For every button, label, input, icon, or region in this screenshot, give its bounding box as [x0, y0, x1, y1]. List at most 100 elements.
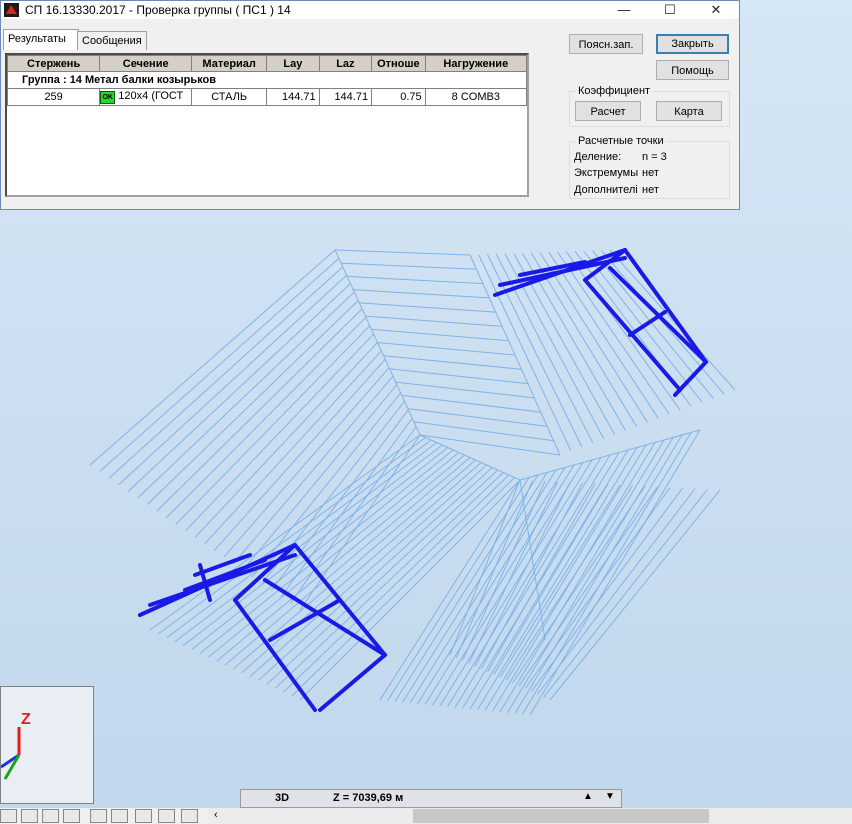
- mesh-line: [477, 447, 638, 711]
- mesh-line: [522, 432, 692, 715]
- level-down-icon[interactable]: ▼: [605, 791, 615, 802]
- mesh-line: [251, 392, 402, 578]
- toolbar-button-3[interactable]: [42, 809, 59, 823]
- tab-messages[interactable]: Сообщения: [77, 31, 147, 50]
- mesh-line: [401, 394, 541, 413]
- canopy-beam: [233, 598, 317, 712]
- col-rod[interactable]: Стержень: [6, 55, 101, 72]
- col-lay[interactable]: Lay: [266, 55, 320, 72]
- mesh-line: [89, 249, 336, 466]
- tab-results[interactable]: Результаты: [3, 29, 79, 50]
- z-coordinate: Z = 7039,69 м: [333, 792, 404, 804]
- mesh-line: [99, 258, 340, 472]
- report-button[interactable]: Поясн.зап.: [569, 34, 643, 54]
- ridge-line: [519, 479, 546, 641]
- scroll-thumb[interactable]: [413, 809, 709, 823]
- mesh-line: [341, 262, 477, 270]
- toolbar-button-8[interactable]: [158, 809, 175, 823]
- mesh-line: [146, 300, 359, 505]
- mesh-line: [118, 274, 347, 486]
- window-title: СП 16.13330.2017 - Проверка группы ( ПС1…: [25, 3, 291, 17]
- mesh-line: [394, 474, 539, 702]
- mesh-line: [175, 325, 371, 525]
- cell-section: OK 120x4 (ГОСТ: [99, 88, 193, 106]
- cell-lay: 144.71: [266, 88, 320, 106]
- mesh-line: [365, 315, 503, 327]
- col-section[interactable]: Сечение: [99, 55, 193, 72]
- mesh-line: [204, 350, 382, 545]
- close-window-button[interactable]: ✕: [693, 1, 739, 19]
- check-group-dialog: СП 16.13330.2017 - Проверка группы ( ПС1…: [0, 0, 740, 210]
- mesh-line: [127, 283, 351, 492]
- mesh-line: [417, 467, 566, 705]
- toolbar-button-7[interactable]: [135, 809, 152, 823]
- steel-beams: [138, 248, 708, 712]
- toolbar-button-2[interactable]: [21, 809, 38, 823]
- toolbar-button-5[interactable]: [90, 809, 107, 823]
- extremes-value: нет: [642, 167, 659, 179]
- calc-button[interactable]: Расчет: [575, 101, 641, 121]
- canopy-beam: [673, 360, 708, 397]
- results-grid[interactable]: Стержень Сечение Материал Lay Laz Отноше…: [5, 53, 529, 197]
- cell-load: 8 COMB3: [424, 88, 528, 106]
- mesh-line: [282, 474, 510, 693]
- mesh-line: [359, 302, 496, 313]
- maximize-button[interactable]: ☐: [647, 1, 693, 19]
- cell-ratio: 0.75: [371, 88, 426, 106]
- mesh-line: [274, 472, 504, 689]
- col-material[interactable]: Материал: [191, 55, 268, 72]
- mesh-line: [529, 429, 701, 716]
- status-bar: 3D Z = 7039,69 м ▲ ▼: [240, 789, 622, 808]
- horizontal-scrollbar[interactable]: ‹: [208, 808, 852, 824]
- cell-material: СТАЛЬ: [191, 88, 268, 106]
- col-laz[interactable]: Laz: [318, 55, 373, 72]
- help-button[interactable]: Помощь: [656, 60, 729, 80]
- mesh-line: [166, 316, 367, 519]
- mesh-line: [514, 434, 683, 714]
- app-icon: [4, 3, 19, 17]
- map-button[interactable]: Карта: [656, 101, 722, 121]
- level-up-icon[interactable]: ▲: [583, 791, 593, 802]
- mesh-line: [216, 454, 465, 662]
- calc-points-title: Расчетные точки: [576, 135, 666, 147]
- scroll-left-icon[interactable]: ‹: [214, 809, 218, 821]
- mesh-line: [347, 275, 483, 285]
- extra-label: Дополнителі: [574, 184, 638, 196]
- toolbar-button-9[interactable]: [181, 809, 198, 823]
- division-label: Деление:: [574, 151, 622, 163]
- ok-status-icon: OK: [100, 91, 116, 104]
- close-button[interactable]: Закрыть: [656, 34, 729, 54]
- division-value: n = 3: [642, 151, 667, 163]
- z-axis-label: Z: [21, 711, 31, 728]
- mesh-line: [543, 489, 708, 698]
- mesh-line: [484, 444, 647, 711]
- group-row[interactable]: Группа : 14 Метал балки козырьков: [7, 71, 527, 89]
- mesh-line: [395, 381, 535, 399]
- mesh-line: [371, 328, 509, 342]
- toolbar-button-6[interactable]: [111, 809, 128, 823]
- col-load[interactable]: Нагружение: [424, 55, 528, 72]
- mesh-line: [149, 434, 421, 631]
- mesh-line: [419, 434, 561, 456]
- mesh-line: [549, 489, 721, 701]
- mesh-line: [609, 249, 736, 391]
- mesh-line: [353, 289, 490, 299]
- mesh-line: [530, 487, 683, 692]
- extra-value: нет: [642, 184, 659, 196]
- titlebar[interactable]: СП 16.13330.2017 - Проверка группы ( ПС1…: [1, 1, 739, 19]
- extremes-label: Экстремумы: [574, 167, 639, 179]
- mesh-line: [389, 368, 528, 385]
- mesh-line: [199, 449, 454, 654]
- coef-title: Коэффициент: [576, 85, 653, 97]
- cell-laz: 144.71: [318, 88, 373, 106]
- col-ratio[interactable]: Отноше: [371, 55, 426, 72]
- mesh-line: [512, 485, 646, 684]
- cell-rod: 259: [6, 88, 101, 106]
- mesh-line: [156, 308, 363, 512]
- view-mode: 3D: [275, 792, 290, 804]
- mesh-line: [469, 254, 561, 456]
- table-row[interactable]: 259 OK 120x4 (ГОСТ СТАЛЬ 144.71 144.71 0…: [6, 88, 528, 106]
- minimize-button[interactable]: —: [601, 1, 647, 19]
- toolbar-button-4[interactable]: [63, 809, 80, 823]
- toolbar-button-1[interactable]: [0, 809, 17, 823]
